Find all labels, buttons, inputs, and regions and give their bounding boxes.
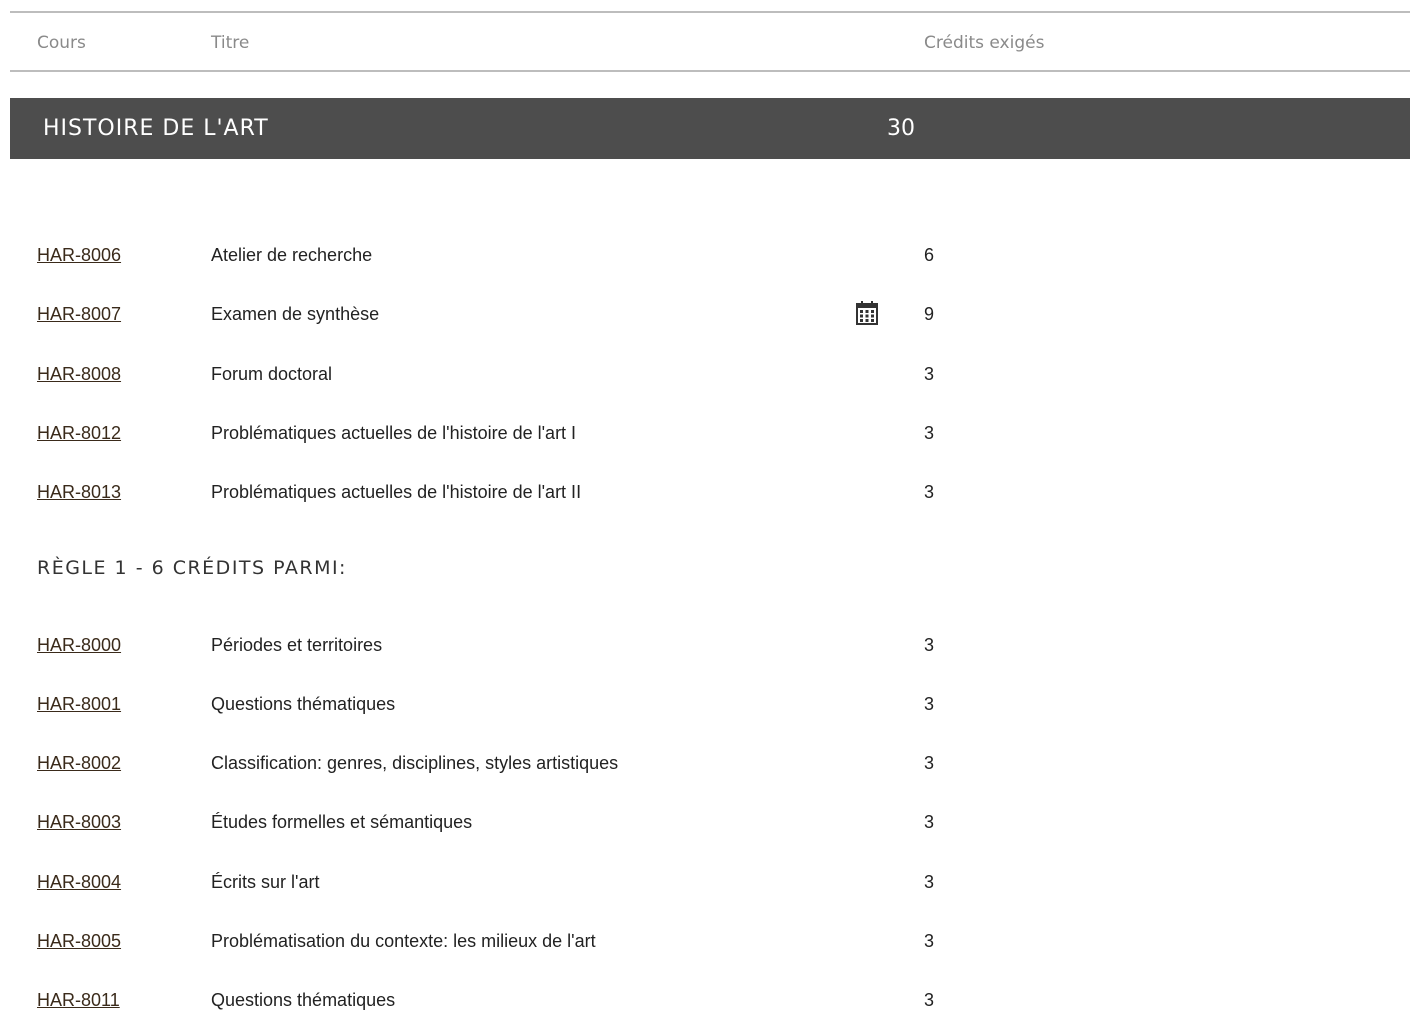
course-title: Questions thématiques — [211, 990, 396, 1010]
course-row: HAR-8002 Classification: genres, discipl… — [0, 749, 1410, 779]
section-header-bar: HISTOIRE DE L'ART 30 — [10, 98, 1410, 159]
course-code-link[interactable]: HAR-8008 — [37, 364, 121, 385]
course-row: HAR-8008 Forum doctoral 3 — [0, 360, 1410, 390]
course-code-link[interactable]: HAR-8013 — [37, 482, 121, 503]
course-title: Atelier de recherche — [211, 245, 373, 265]
course-row: HAR-8005 Problématisation du contexte: l… — [0, 927, 1410, 957]
course-code-link[interactable]: HAR-8003 — [37, 812, 121, 833]
course-credits: 3 — [924, 364, 935, 384]
course-row: HAR-8004 Écrits sur l'art 3 — [0, 868, 1410, 898]
course-credits: 3 — [924, 872, 935, 892]
section-credits: 30 — [887, 116, 915, 141]
course-code-link[interactable]: HAR-8000 — [37, 635, 121, 656]
course-title: Problématiques actuelles de l'histoire d… — [211, 423, 577, 443]
course-title: Forum doctoral — [211, 364, 333, 384]
column-header-titre: Titre — [211, 33, 250, 53]
course-credits: 3 — [924, 931, 935, 951]
course-credits: 9 — [924, 304, 935, 324]
course-code-link[interactable]: HAR-8004 — [37, 872, 121, 893]
course-code-link[interactable]: HAR-8005 — [37, 931, 121, 952]
course-title: Écrits sur l'art — [211, 872, 320, 892]
course-title: Problématisation du contexte: les milieu… — [211, 931, 596, 951]
course-row: HAR-8011 Questions thématiques 3 — [0, 986, 1410, 1016]
table-header: Cours Titre Crédits exigés — [10, 11, 1410, 72]
course-title: Études formelles et sémantiques — [211, 812, 473, 832]
course-row: HAR-8000 Périodes et territoires 3 — [0, 631, 1410, 661]
rule-title: RÈGLE 1 - 6 CRÉDITS PARMI: — [37, 557, 347, 579]
course-title: Problématiques actuelles de l'histoire d… — [211, 482, 582, 502]
course-title: Périodes et territoires — [211, 635, 383, 655]
column-header-cours: Cours — [37, 33, 86, 53]
course-row: HAR-8012 Problématiques actuelles de l'h… — [0, 419, 1410, 449]
section-title: HISTOIRE DE L'ART — [43, 116, 269, 141]
course-code-link[interactable]: HAR-8012 — [37, 423, 121, 444]
course-row: HAR-8006 Atelier de recherche 6 — [0, 241, 1410, 271]
course-code-link[interactable]: HAR-8007 — [37, 304, 121, 325]
column-header-credits: Crédits exigés — [924, 33, 1045, 53]
course-credits: 3 — [924, 635, 935, 655]
calendar-icon[interactable] — [855, 300, 879, 326]
course-credits: 3 — [924, 423, 935, 443]
course-credits: 3 — [924, 990, 935, 1010]
course-title: Classification: genres, disciplines, sty… — [211, 753, 619, 773]
course-title: Questions thématiques — [211, 694, 396, 714]
course-credits: 6 — [924, 245, 935, 265]
course-row: HAR-8013 Problématiques actuelles de l'h… — [0, 478, 1410, 508]
course-credits: 3 — [924, 812, 935, 832]
course-code-link[interactable]: HAR-8006 — [37, 245, 121, 266]
course-code-link[interactable]: HAR-8011 — [37, 990, 120, 1011]
course-row: HAR-8007 Examen de synthèse 9 — [0, 300, 1410, 330]
course-code-link[interactable]: HAR-8001 — [37, 694, 121, 715]
course-code-link[interactable]: HAR-8002 — [37, 753, 121, 774]
course-row: HAR-8003 Études formelles et sémantiques… — [0, 808, 1410, 838]
course-credits: 3 — [924, 753, 935, 773]
course-title: Examen de synthèse — [211, 304, 380, 324]
course-row: HAR-8001 Questions thématiques 3 — [0, 690, 1410, 720]
course-credits: 3 — [924, 694, 935, 714]
course-credits: 3 — [924, 482, 935, 502]
